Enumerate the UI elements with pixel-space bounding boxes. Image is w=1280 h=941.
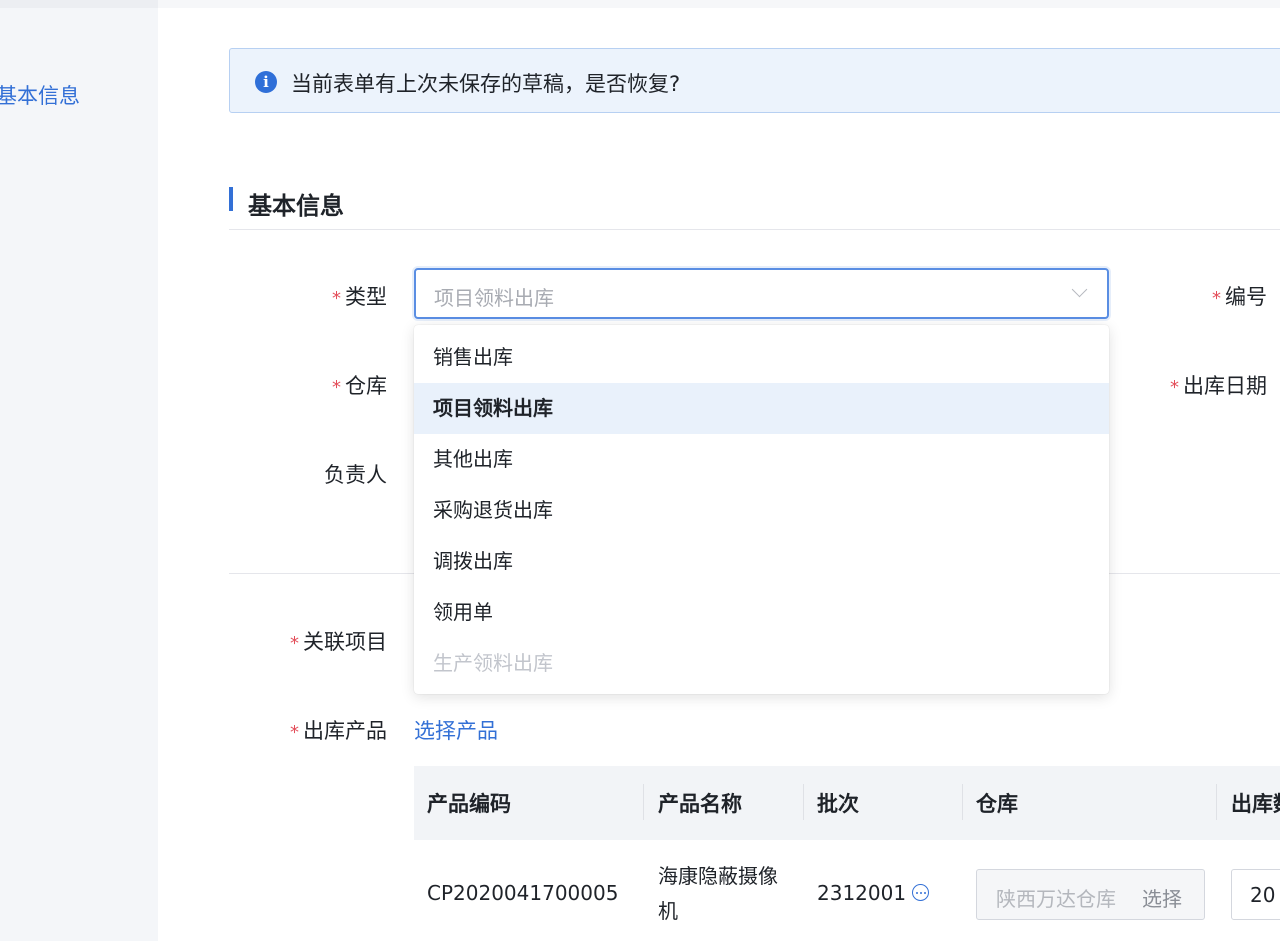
type-select-value: 项目领料出库 xyxy=(434,286,554,310)
sidebar-top-bar xyxy=(0,0,158,8)
section-accent-bar xyxy=(229,187,233,211)
info-icon: i xyxy=(255,71,277,93)
more-icon[interactable] xyxy=(912,884,930,901)
number-label: * 编号 xyxy=(1212,285,1267,309)
section-divider xyxy=(229,229,1280,230)
warehouse-field[interactable]: 陕西万达仓库 选择 xyxy=(976,869,1205,920)
header-product-code: 产品编码 xyxy=(427,792,511,816)
header-quantity: 出库数 xyxy=(1231,792,1280,816)
header-separator xyxy=(643,784,644,820)
sidebar-item-basic-info[interactable]: 基本信息 xyxy=(0,80,80,110)
related-project-label: * 关联项目 xyxy=(290,630,387,654)
header-warehouse: 仓库 xyxy=(976,792,1018,816)
cell-product-name: 海康隐蔽摄像机 xyxy=(658,864,778,923)
header-separator xyxy=(803,784,804,820)
header-batch: 批次 xyxy=(817,792,859,816)
warehouse-label: * 仓库 xyxy=(332,374,387,398)
draft-alert: i 当前表单有上次未保存的草稿，是否恢复? xyxy=(229,48,1280,113)
dropdown-option-project-material[interactable]: 项目领料出库 xyxy=(414,383,1109,434)
dropdown-option-purchase-return[interactable]: 采购退货出库 xyxy=(414,485,1109,536)
cell-product-code: CP2020041700005 xyxy=(427,881,619,905)
header-separator xyxy=(1216,784,1217,820)
dropdown-option-sales[interactable]: 销售出库 xyxy=(414,332,1109,383)
type-dropdown-menu: 销售出库 项目领料出库 其他出库 采购退货出库 调拨出库 领用单 生产领料出库 xyxy=(414,325,1109,694)
header-separator xyxy=(962,784,963,820)
type-label: * 类型 xyxy=(332,285,387,309)
dropdown-option-production-material: 生产领料出库 xyxy=(433,651,553,675)
table-header: 产品编码 产品名称 批次 仓库 出库数 xyxy=(414,766,1280,840)
quantity-input[interactable]: 20 xyxy=(1231,869,1280,920)
outbound-products-label: * 出库产品 xyxy=(290,719,387,743)
products-table: 产品编码 产品名称 批次 仓库 出库数 CP2020041700005 海康隐蔽… xyxy=(414,766,1280,941)
quantity-value: 20 xyxy=(1250,883,1276,907)
warehouse-field-value: 陕西万达仓库 xyxy=(996,887,1116,911)
header-product-name: 产品名称 xyxy=(658,792,742,816)
owner-label: 负责人 xyxy=(324,463,387,487)
outbound-date-label: * 出库日期 xyxy=(1170,374,1267,398)
section-title: 基本信息 xyxy=(248,192,344,220)
type-select[interactable]: 项目领料出库 xyxy=(414,268,1109,319)
top-bar xyxy=(158,0,1280,8)
cell-batch: 2312001 xyxy=(817,881,930,905)
warehouse-select-button[interactable]: 选择 xyxy=(1142,883,1182,912)
dropdown-option-transfer[interactable]: 调拨出库 xyxy=(414,536,1109,587)
dropdown-option-requisition[interactable]: 领用单 xyxy=(414,587,1109,638)
chevron-down-icon xyxy=(1071,281,1088,298)
sidebar: 基本信息 xyxy=(0,0,158,941)
dropdown-option-other[interactable]: 其他出库 xyxy=(414,434,1109,485)
select-products-link[interactable]: 选择产品 xyxy=(414,715,498,745)
alert-message: 当前表单有上次未保存的草稿，是否恢复? xyxy=(291,72,681,96)
